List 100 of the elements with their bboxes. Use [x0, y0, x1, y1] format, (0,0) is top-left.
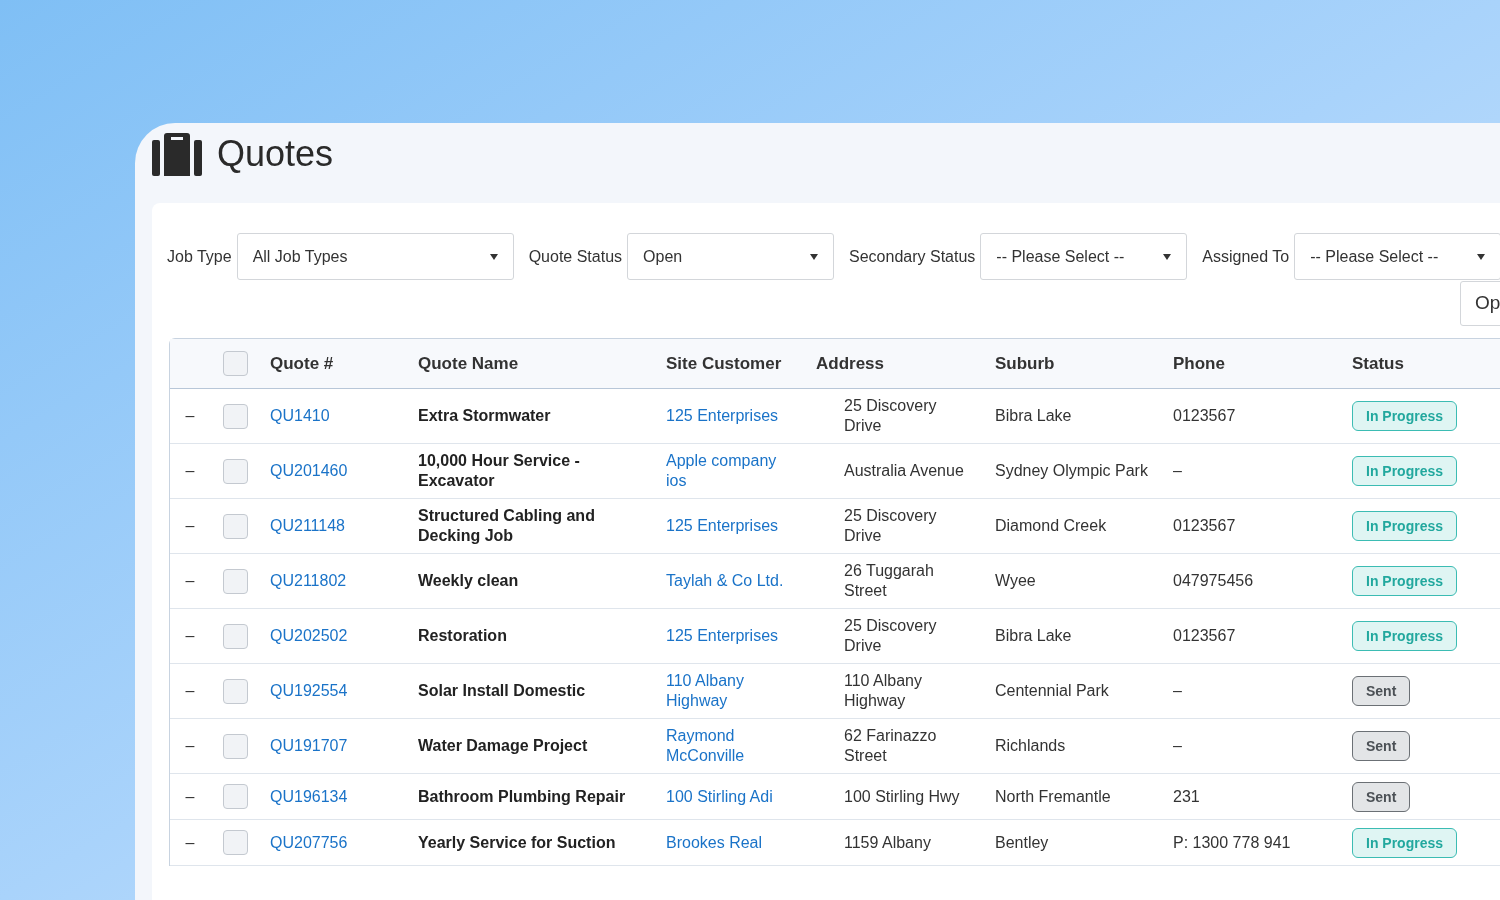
expand-toggle[interactable]: –	[185, 461, 195, 481]
status-badge: In Progress	[1352, 566, 1458, 596]
phone-cell-text: –	[1172, 681, 1183, 701]
quote-name: Weekly clean	[417, 571, 520, 591]
quote-link[interactable]: QU192554	[260, 681, 358, 701]
suburb-cell-text: Wyee	[994, 571, 1037, 591]
caret-icon	[1477, 253, 1486, 260]
suburb-cell-text: Bentley	[994, 832, 1050, 853]
address-cell-text: 100 Stirling Hwy	[843, 786, 961, 807]
address-cell-text: 110 Albany Highway	[843, 671, 923, 711]
quote-name: 10,000 Hour Service - Excavator	[417, 451, 581, 491]
column-header: Address	[815, 352, 886, 375]
checkbox[interactable]	[222, 351, 248, 376]
customer-link[interactable]: 100 Stirling Adi	[656, 786, 783, 807]
phone-cell-text: –	[1172, 461, 1183, 481]
quote-name: Water Damage Project	[417, 736, 589, 756]
filter-label: Job Type	[167, 246, 232, 267]
customer-link[interactable]: Apple company ios	[656, 451, 806, 491]
expand-toggle[interactable]: –	[185, 516, 195, 536]
column-header: Quote #	[269, 352, 335, 375]
suburb-cell-text: Bibra Lake	[994, 626, 1073, 646]
filter-label: Secondary Status	[849, 246, 976, 267]
quote-name: Structured Cabling and Decking Job	[417, 506, 596, 546]
address-cell-text: 25 Discovery Drive	[843, 506, 938, 546]
quote-name: Restoration	[417, 626, 508, 646]
address-cell-text: Australia Avenue	[843, 461, 965, 481]
phone-cell-text: 0123567	[1172, 626, 1237, 646]
phone-cell-text: 0123567	[1172, 406, 1237, 426]
quote-link[interactable]: QU211148	[260, 516, 355, 536]
expand-toggle[interactable]: –	[185, 736, 195, 756]
filter-select[interactable]: -- Please Select --	[1294, 233, 1500, 280]
status-badge: In Progress	[1352, 827, 1458, 858]
quote-link[interactable]: QU201460	[260, 461, 358, 481]
suburb-cell-text: Sydney Olympic Park	[994, 461, 1149, 481]
caret-icon	[810, 253, 819, 260]
expand-toggle[interactable]: –	[185, 571, 195, 591]
filter-select[interactable]: -- Please Select --	[980, 233, 1188, 280]
customer-link[interactable]: 125 Enterprises	[656, 516, 789, 536]
phone-cell-text: 047975456	[1172, 571, 1255, 591]
filter-select[interactable]: Open	[627, 233, 835, 280]
column-header: Suburb	[994, 352, 1056, 375]
quote-link[interactable]: QU202502	[260, 626, 358, 646]
phone-cell-text: P: 1300 778 941	[1172, 832, 1292, 853]
checkbox[interactable]	[222, 403, 248, 429]
address-cell-text: 1159 Albany	[843, 832, 932, 853]
quote-link[interactable]: QU1410	[260, 406, 340, 426]
status-badge: Sent	[1352, 781, 1411, 812]
expand-toggle[interactable]: –	[185, 832, 195, 853]
filter-button[interactable]: Op	[1460, 281, 1500, 326]
quote-link[interactable]: QU196134	[260, 786, 358, 807]
status-badge: In Progress	[1352, 401, 1458, 431]
quote-name: Yearly Service for Suction	[417, 832, 617, 853]
suburb-cell-text: Diamond Creek	[994, 516, 1108, 536]
quote-link[interactable]: QU191707	[260, 736, 358, 756]
quote-name: Bathroom Plumbing Repair	[417, 786, 627, 807]
customer-link[interactable]: 125 Enterprises	[656, 626, 789, 646]
address-cell-text: 62 Farinazzo Street	[843, 726, 938, 766]
status-badge: Sent	[1352, 676, 1411, 706]
customer-link[interactable]: Brookes Real	[656, 832, 773, 853]
customer-link[interactable]: 110 Albany Highway	[656, 671, 806, 711]
suburb-cell-text: Richlands	[994, 736, 1067, 756]
column-header: Status	[1351, 352, 1405, 375]
phone-cell-text: –	[1172, 736, 1183, 756]
address-cell-text: 25 Discovery Drive	[843, 396, 938, 436]
briefcase-icon	[152, 132, 202, 176]
quote-link[interactable]: QU207756	[260, 832, 358, 853]
expand-toggle[interactable]: –	[185, 681, 195, 701]
status-badge: In Progress	[1352, 621, 1458, 651]
checkbox[interactable]	[222, 830, 248, 855]
checkbox[interactable]	[222, 458, 248, 484]
expand-toggle[interactable]: –	[185, 786, 195, 807]
expand-toggle[interactable]: –	[185, 406, 195, 426]
phone-cell-text: 0123567	[1172, 516, 1237, 536]
filter-select[interactable]: All Job Types	[236, 233, 514, 280]
customer-link[interactable]: Raymond McConville	[656, 726, 806, 766]
address-cell-text: 25 Discovery Drive	[843, 616, 938, 656]
column-header: Site Customer	[665, 352, 783, 375]
expand-toggle[interactable]: –	[185, 626, 195, 646]
column-header: Phone	[1172, 352, 1226, 375]
quote-link[interactable]: QU211802	[260, 571, 357, 591]
quote-name: Solar Install Domestic	[417, 681, 587, 701]
address-cell-text: 26 Tuggarah Street	[843, 561, 935, 601]
checkbox[interactable]	[222, 784, 248, 809]
caret-icon	[489, 253, 498, 260]
status-badge: In Progress	[1352, 511, 1458, 541]
filter-label: Quote Status	[528, 246, 623, 267]
caret-icon	[1163, 253, 1172, 260]
status-badge: Sent	[1352, 731, 1411, 761]
checkbox[interactable]	[222, 568, 248, 594]
checkbox[interactable]	[222, 513, 248, 539]
checkbox[interactable]	[222, 678, 248, 704]
quote-name: Extra Stormwater	[417, 406, 552, 426]
checkbox[interactable]	[222, 733, 248, 759]
checkbox[interactable]	[222, 623, 248, 649]
phone-cell-text: 231	[1172, 786, 1201, 807]
suburb-cell-text: Bibra Lake	[994, 406, 1073, 426]
page-title: Quotes	[217, 132, 334, 176]
customer-link[interactable]: 125 Enterprises	[656, 406, 789, 426]
status-badge: In Progress	[1352, 456, 1458, 486]
customer-link[interactable]: Taylah & Co Ltd.	[656, 571, 794, 591]
